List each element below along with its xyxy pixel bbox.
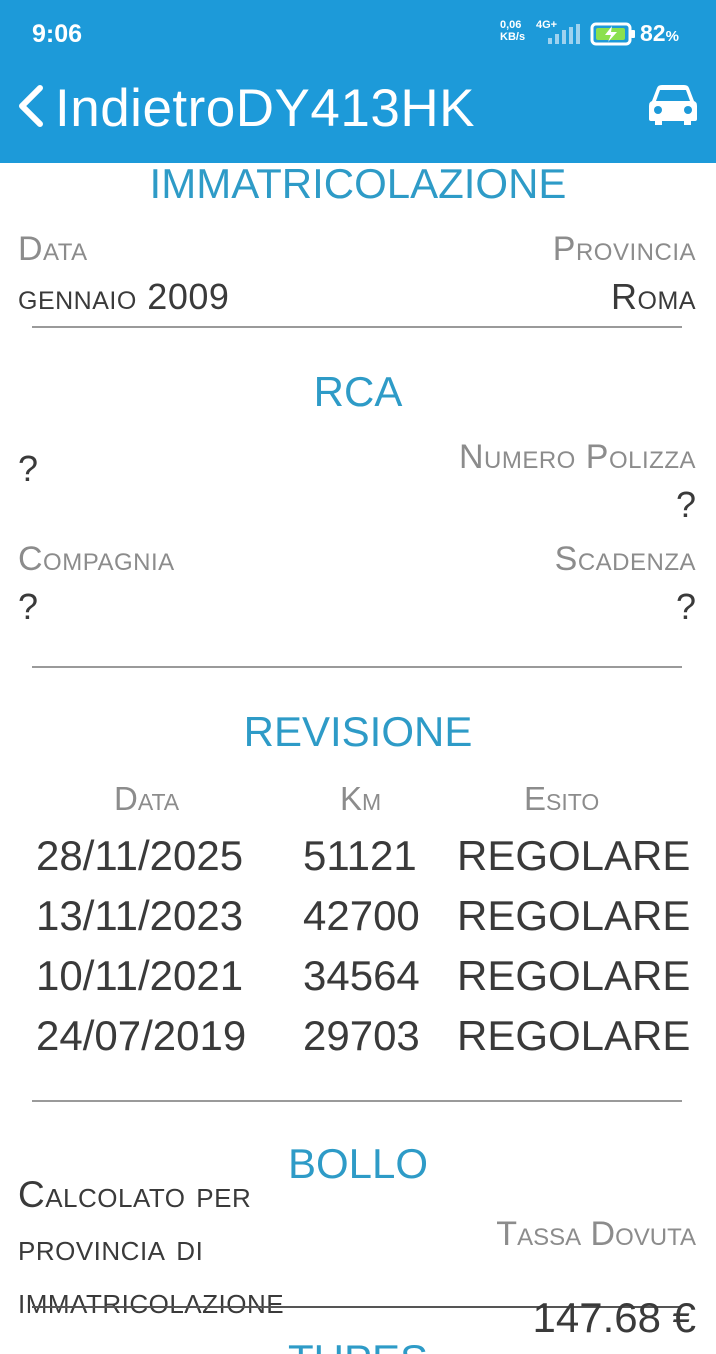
revision-result: REGOLARE xyxy=(457,952,691,999)
column-header-km: Km xyxy=(340,780,382,817)
section-title-immatricolazione: IMMATRICOLAZIONE xyxy=(149,160,567,207)
back-chevron-icon[interactable] xyxy=(16,84,44,128)
rca-value: ? xyxy=(18,448,39,489)
numero-polizza-value: ? xyxy=(675,484,696,525)
revision-date: 10/11/2021 xyxy=(36,952,244,999)
battery-percent: 82% xyxy=(640,20,679,46)
revision-date: 13/11/2023 xyxy=(36,892,244,939)
revision-km: 42700 xyxy=(303,892,420,939)
revision-km: 34564 xyxy=(303,952,420,999)
status-bar: 9:06 0,06 KB/s 4G+ 82% xyxy=(0,0,716,70)
table-row: 28/11/2025 51121 REGOLARE xyxy=(0,832,716,892)
section-title-revisione: REVISIONE xyxy=(243,708,473,755)
car-icon[interactable] xyxy=(648,84,698,126)
app-header: 9:06 0,06 KB/s 4G+ 82% IndietroDY413HK xyxy=(0,0,716,163)
bollo-description: Calcolato per provincia di immatricolazi… xyxy=(18,1174,285,1321)
divider xyxy=(32,1100,682,1102)
scadenza-value: ? xyxy=(675,586,696,627)
table-row: 13/11/2023 42700 REGOLARE xyxy=(0,892,716,952)
signal-icon xyxy=(548,24,580,44)
revision-date: 28/11/2025 xyxy=(36,832,244,879)
data-value: gennaio 2009 xyxy=(18,276,230,317)
section-title-rca: RCA xyxy=(313,368,403,415)
table-row: 24/07/2019 29703 REGOLARE xyxy=(0,1012,716,1072)
divider xyxy=(32,666,682,668)
column-header-data: Data xyxy=(114,780,180,817)
provincia-label: Provincia xyxy=(552,230,696,268)
plate-number: DY413HK xyxy=(235,79,475,138)
revision-km: 29703 xyxy=(303,1012,420,1059)
nav-bar: IndietroDY413HK xyxy=(0,70,716,163)
battery-icon xyxy=(590,22,635,46)
compagnia-label: Compagnia xyxy=(18,540,175,578)
tassa-value: 147.68 € xyxy=(532,1294,697,1341)
column-header-esito: Esito xyxy=(524,780,600,817)
revision-result: REGOLARE xyxy=(457,1012,691,1059)
tassa-label: Tassa Dovuta xyxy=(496,1215,696,1253)
revision-result: REGOLARE xyxy=(457,832,691,879)
revision-result: REGOLARE xyxy=(457,892,691,939)
data-label: Data xyxy=(18,230,88,268)
nav-title: IndietroDY413HK xyxy=(55,78,475,139)
divider xyxy=(32,326,682,328)
revision-date: 24/07/2019 xyxy=(36,1012,247,1059)
back-button[interactable]: Indietro xyxy=(55,79,236,138)
revision-km: 51121 xyxy=(303,832,417,879)
provincia-value: Roma xyxy=(611,276,696,317)
status-time: 9:06 xyxy=(32,20,83,48)
section-title-next: TUPES xyxy=(0,1336,716,1354)
compagnia-value: ? xyxy=(18,586,39,627)
scadenza-label: Scadenza xyxy=(554,540,696,578)
net-speed: 0,06 KB/s xyxy=(500,19,526,43)
table-row: 10/11/2021 34564 REGOLARE xyxy=(0,952,716,1012)
numero-polizza-label: Numero Polizza xyxy=(458,438,696,476)
